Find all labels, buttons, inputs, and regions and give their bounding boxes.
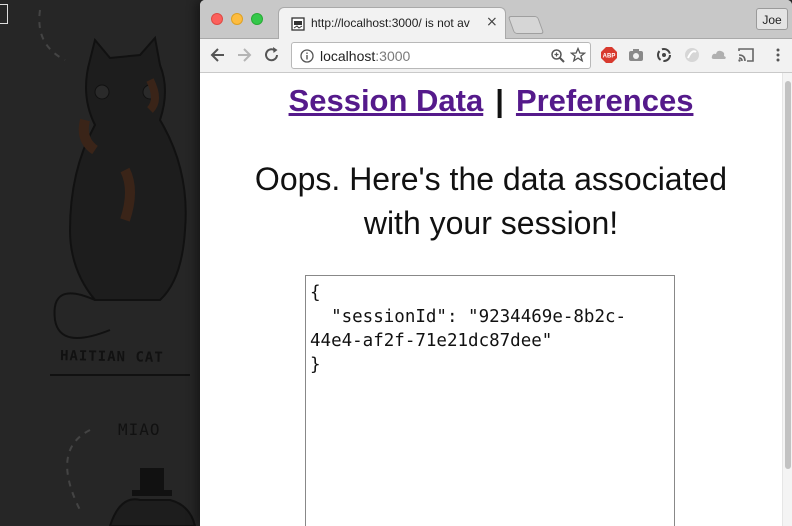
scrollbar-thumb[interactable] — [785, 81, 791, 469]
adblock-label: ABP — [603, 54, 616, 60]
cast-icon[interactable] — [738, 47, 754, 63]
message-line-1: Oops. Here's the data associated — [254, 161, 728, 197]
page-scrollbar[interactable] — [782, 73, 792, 526]
tab-strip: http://localhost:3000/ is not av × Joe — [200, 0, 792, 40]
background-window: HAITIAN CAT MIAO — [0, 0, 200, 526]
background-caption: HAITIAN CAT — [59, 348, 164, 366]
tab-active[interactable]: http://localhost:3000/ is not av × — [278, 7, 506, 40]
url-text: localhost:3000 — [320, 48, 410, 64]
session-data-textarea[interactable]: { "sessionId": "9234469e-8b2c- 44e4-af2f… — [305, 275, 675, 526]
background-miao-label: MIAO — [118, 420, 161, 439]
broken-page-icon — [291, 17, 305, 31]
menu-icon[interactable] — [770, 47, 786, 63]
session-json-text: { "sessionId": "9234469e-8b2c- 44e4-af2f… — [310, 283, 627, 375]
info-icon[interactable] — [300, 49, 314, 63]
tab-close-icon[interactable]: × — [486, 14, 498, 30]
bookmark-star-icon[interactable] — [570, 47, 586, 63]
page-viewport: Session Data | Preferences Oops. Here's th… — [200, 73, 782, 526]
session-message: Oops. Here's the data associated with yo… — [200, 157, 782, 245]
camera-icon[interactable] — [628, 47, 644, 63]
tab-title: http://localhost:3000/ is not av — [311, 16, 470, 30]
address-bar[interactable]: localhost:3000 — [291, 42, 591, 69]
session-data-link[interactable]: Session Data — [289, 83, 484, 118]
nav-separator: | — [495, 83, 504, 118]
close-window-button[interactable] — [211, 13, 223, 25]
preferences-link[interactable]: Preferences — [516, 83, 694, 118]
message-line-2: with your session! — [363, 205, 619, 241]
back-arrow-icon[interactable] — [208, 45, 228, 65]
browser-toolbar: localhost:3000 ABP — [200, 39, 792, 73]
forward-arrow-icon[interactable] — [234, 45, 254, 65]
page-nav: Session Data | Preferences — [200, 83, 782, 119]
new-tab-button[interactable] — [507, 16, 545, 34]
extension-icon[interactable] — [684, 47, 700, 63]
url-port: :3000 — [375, 48, 411, 64]
zoom-icon[interactable] — [550, 48, 566, 64]
profile-button[interactable]: Joe — [756, 8, 788, 30]
browser-window: http://localhost:3000/ is not av × Joe l… — [200, 0, 792, 526]
drive-icon[interactable] — [711, 47, 727, 63]
adblock-icon[interactable]: ABP — [601, 47, 617, 63]
maximize-window-button[interactable] — [251, 13, 263, 25]
minimize-window-button[interactable] — [231, 13, 243, 25]
reload-icon[interactable] — [262, 45, 282, 65]
url-host: localhost — [320, 48, 376, 64]
cat-illustration — [38, 9, 197, 526]
sync-icon[interactable] — [656, 47, 672, 63]
